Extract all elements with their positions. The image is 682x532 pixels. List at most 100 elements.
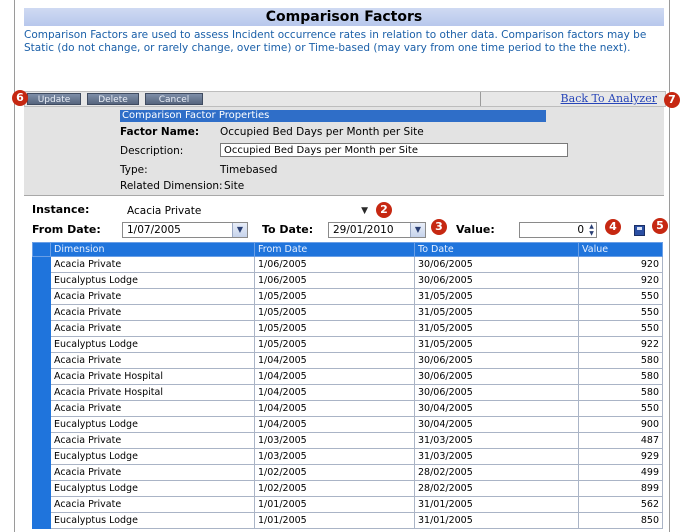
row-selector[interactable]: [32, 272, 51, 289]
to-date-cell: 31/01/2005: [414, 496, 579, 513]
row-selector[interactable]: [32, 288, 51, 305]
calendar-dropdown-icon[interactable]: ▼: [410, 223, 425, 237]
to-date-cell: 30/06/2005: [414, 256, 579, 273]
value-cell: 487: [578, 432, 663, 449]
to-date-picker[interactable]: 29/01/2010 ▼: [328, 222, 426, 238]
back-to-analyzer-link[interactable]: Back To Analyzer: [561, 92, 657, 106]
value-label: Value:: [456, 223, 495, 236]
toolbar: Update Delete Cancel Back To Analyzer: [24, 91, 666, 107]
table-row[interactable]: Acacia Private Hospital 1/04/2005 30/06/20…: [32, 384, 663, 401]
value-cell: 922: [578, 336, 663, 353]
value-cell: 580: [578, 352, 663, 369]
row-selector[interactable]: [32, 416, 51, 433]
value-cell: 899: [578, 480, 663, 497]
table-row[interactable]: Acacia Private 1/06/2005 30/06/2005 920: [32, 256, 663, 273]
row-selector[interactable]: [32, 256, 51, 273]
calendar-dropdown-icon[interactable]: ▼: [232, 223, 247, 237]
row-selector[interactable]: [32, 464, 51, 481]
dimension-cell: Acacia Private Hospital: [50, 384, 255, 401]
row-selector[interactable]: [32, 400, 51, 417]
value-stepper[interactable]: 0 ▲ ▼: [519, 222, 597, 238]
to-date-cell: 31/05/2005: [414, 320, 579, 337]
column-header-value[interactable]: Value: [578, 242, 663, 257]
value-cell: 580: [578, 368, 663, 385]
to-date-cell: 30/06/2005: [414, 352, 579, 369]
dimension-cell: Acacia Private Hospital: [50, 368, 255, 385]
from-date-cell: 1/04/2005: [254, 416, 415, 433]
row-selector[interactable]: [32, 352, 51, 369]
type-label: Type:: [120, 164, 148, 176]
to-date-cell: 31/05/2005: [414, 336, 579, 353]
instance-select[interactable]: Acacia Private ▼: [122, 203, 372, 219]
row-selector[interactable]: [32, 432, 51, 449]
dimension-cell: Eucalyptus Lodge: [50, 272, 255, 289]
callout-badge-5: 5: [652, 218, 668, 234]
value-cell: 550: [578, 288, 663, 305]
description-field[interactable]: Occupied Bed Days per Month per Site: [220, 143, 568, 157]
table-row[interactable]: Acacia Private 1/05/2005 31/05/2005 550: [32, 304, 663, 321]
to-date-cell: 28/02/2005: [414, 480, 579, 497]
dimension-cell: Eucalyptus Lodge: [50, 448, 255, 465]
table-row[interactable]: Eucalyptus Lodge 1/06/2005 30/06/2005 920: [32, 272, 663, 289]
row-selector[interactable]: [32, 480, 51, 497]
table-row[interactable]: Acacia Private 1/04/2005 30/04/2005 550: [32, 400, 663, 417]
save-icon[interactable]: [634, 225, 645, 236]
to-date-cell: 30/04/2005: [414, 416, 579, 433]
dimension-cell: Acacia Private: [50, 400, 255, 417]
table-row[interactable]: Eucalyptus Lodge 1/03/2005 31/03/2005 929: [32, 448, 663, 465]
table-row[interactable]: Eucalyptus Lodge 1/01/2005 31/01/2005 850: [32, 512, 663, 529]
from-date-cell: 1/05/2005: [254, 320, 415, 337]
table-row[interactable]: Eucalyptus Lodge 1/05/2005 31/05/2005 922: [32, 336, 663, 353]
row-selector[interactable]: [32, 368, 51, 385]
filter-bar: Instance: Acacia Private ▼ From Date: 1/…: [24, 200, 664, 240]
row-selector[interactable]: [32, 496, 51, 513]
cancel-button[interactable]: Cancel: [145, 93, 203, 105]
row-selector[interactable]: [32, 304, 51, 321]
column-header-from-date[interactable]: From Date: [254, 242, 415, 257]
description-label: Description:: [120, 145, 184, 157]
properties-panel: Comparison Factor Properties Factor Name…: [24, 107, 664, 196]
from-date-cell: 1/01/2005: [254, 512, 415, 529]
chevron-down-icon: ▼: [361, 206, 368, 216]
callout-badge-7: 7: [664, 92, 680, 108]
table-row[interactable]: Acacia Private 1/05/2005 31/05/2005 550: [32, 320, 663, 337]
update-button[interactable]: Update: [27, 93, 81, 105]
to-date-cell: 31/01/2005: [414, 512, 579, 529]
dimension-cell: Acacia Private: [50, 320, 255, 337]
to-date-cell: 28/02/2005: [414, 464, 579, 481]
from-date-cell: 1/01/2005: [254, 496, 415, 513]
dimension-cell: Acacia Private: [50, 432, 255, 449]
value-cell: 920: [578, 256, 663, 273]
table-row[interactable]: Acacia Private 1/04/2005 30/06/2005 580: [32, 352, 663, 369]
from-date-cell: 1/02/2005: [254, 464, 415, 481]
table-row[interactable]: Acacia Private 1/03/2005 31/03/2005 487: [32, 432, 663, 449]
row-selector[interactable]: [32, 320, 51, 337]
from-date-cell: 1/04/2005: [254, 352, 415, 369]
row-selector[interactable]: [32, 336, 51, 353]
factor-name-value: Occupied Bed Days per Month per Site: [220, 126, 424, 138]
value-cell: 900: [578, 416, 663, 433]
table-row[interactable]: Acacia Private 1/02/2005 28/02/2005 499: [32, 464, 663, 481]
from-date-cell: 1/04/2005: [254, 368, 415, 385]
to-date-cell: 31/05/2005: [414, 288, 579, 305]
dimension-cell: Acacia Private: [50, 352, 255, 369]
table-row[interactable]: Acacia Private 1/01/2005 31/01/2005 562: [32, 496, 663, 513]
value-cell: 550: [578, 400, 663, 417]
from-date-cell: 1/05/2005: [254, 336, 415, 353]
spinner-arrows-icon[interactable]: ▲ ▼: [587, 223, 596, 237]
from-date-cell: 1/04/2005: [254, 384, 415, 401]
table-row[interactable]: Acacia Private Hospital 1/04/2005 30/06/20…: [32, 368, 663, 385]
dimension-cell: Acacia Private: [50, 288, 255, 305]
to-date-value: 29/01/2010: [333, 224, 394, 236]
table-row[interactable]: Eucalyptus Lodge 1/02/2005 28/02/2005 899: [32, 480, 663, 497]
delete-button[interactable]: Delete: [87, 93, 139, 105]
from-date-picker[interactable]: 1/07/2005 ▼: [122, 222, 248, 238]
table-row[interactable]: Eucalyptus Lodge 1/04/2005 30/04/2005 900: [32, 416, 663, 433]
row-selector[interactable]: [32, 384, 51, 401]
table-row[interactable]: Acacia Private 1/05/2005 31/05/2005 550: [32, 288, 663, 305]
column-header-to-date[interactable]: To Date: [414, 242, 579, 257]
row-selector[interactable]: [32, 512, 51, 529]
factor-name-label: Factor Name:: [120, 126, 200, 138]
column-header-dimension[interactable]: Dimension: [50, 242, 255, 257]
row-selector[interactable]: [32, 448, 51, 465]
